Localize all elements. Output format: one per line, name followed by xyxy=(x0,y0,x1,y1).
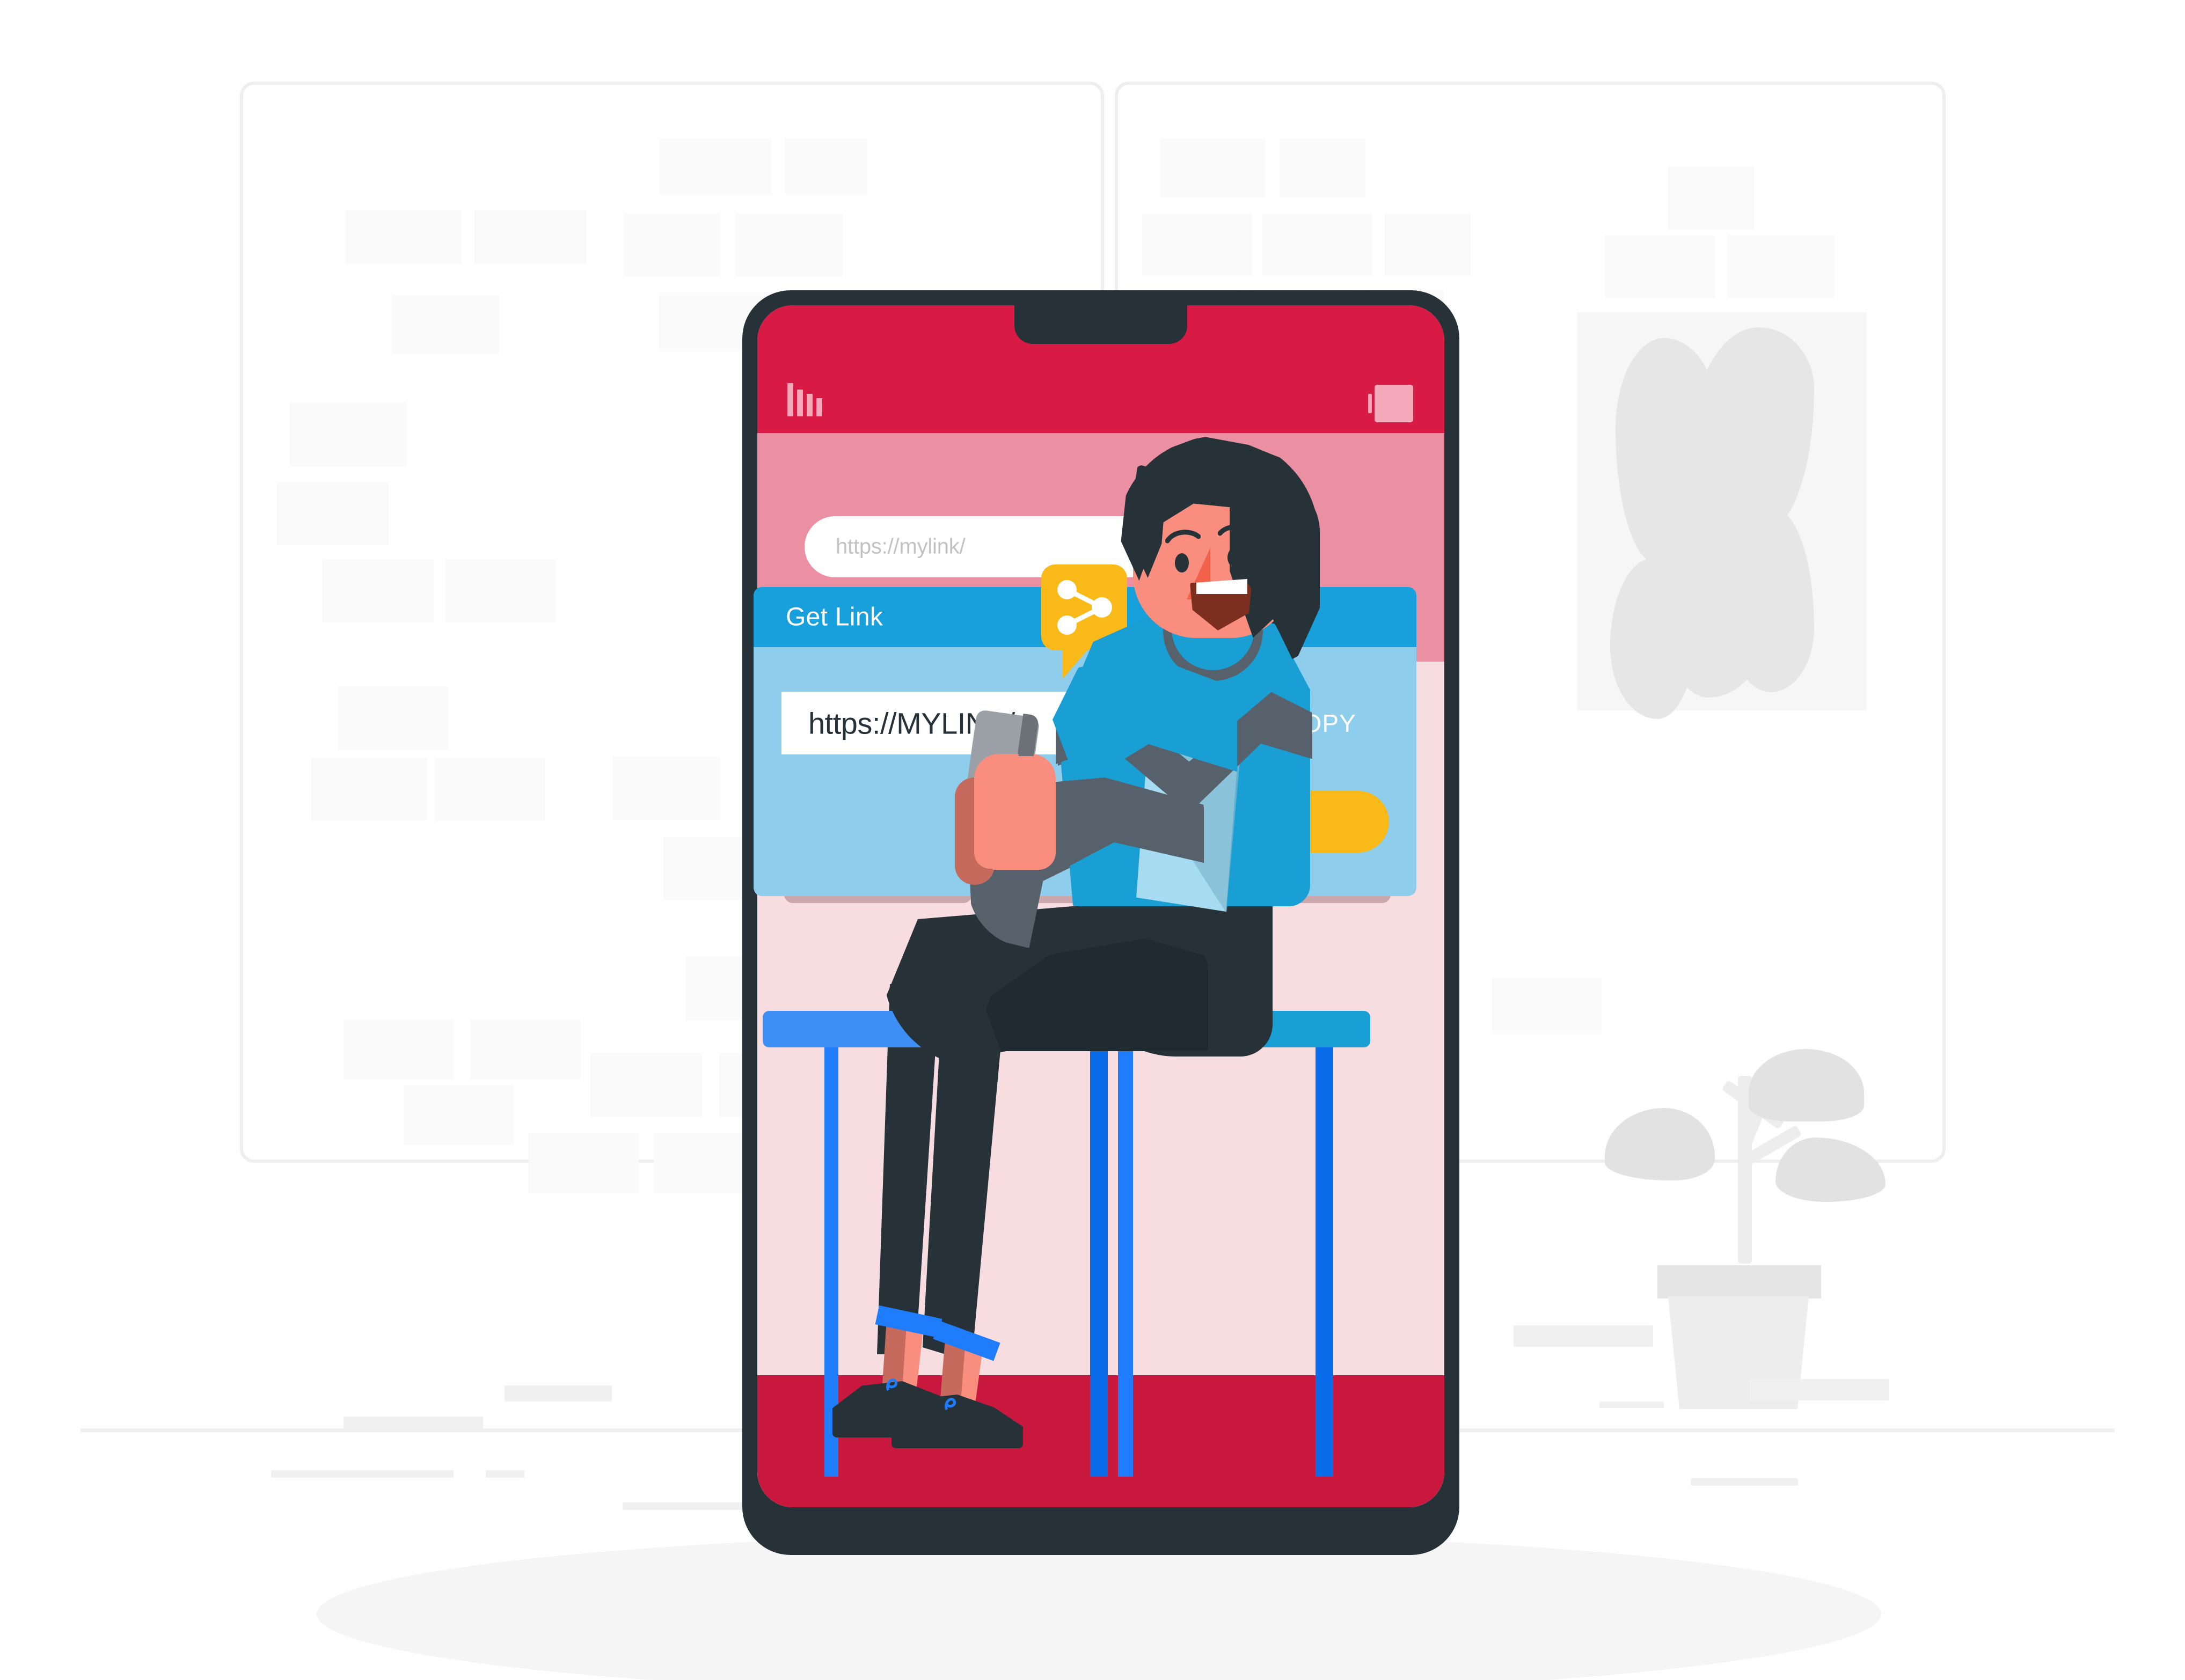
wireframe-block xyxy=(1280,138,1365,197)
wireframe-bar xyxy=(505,1385,612,1402)
bench-leg xyxy=(1090,1047,1108,1477)
character-eyebrow-left xyxy=(1165,530,1201,546)
wireframe-block xyxy=(660,138,771,195)
character-hand xyxy=(974,756,1055,869)
bench-leg xyxy=(1118,1047,1133,1477)
shoe-lace-icon xyxy=(884,1371,916,1400)
background-ground-line xyxy=(1449,1428,2115,1432)
wireframe-block xyxy=(323,559,434,622)
wireframe-block xyxy=(344,1019,454,1080)
wireframe-block xyxy=(311,758,427,821)
wireframe-block xyxy=(654,1133,756,1193)
search-placeholder: https://mylink/ xyxy=(836,534,966,559)
shoe-lace-icon xyxy=(942,1390,975,1420)
wireframe-bar xyxy=(623,1502,751,1510)
illustration-canvas: https://mylink/ Get Link https://MYLINK/… xyxy=(0,0,2185,1680)
wireframe-block xyxy=(1262,214,1372,275)
wireframe-block xyxy=(338,686,448,750)
phone-floor-shadow xyxy=(317,1534,1881,1680)
wireframe-block xyxy=(435,758,545,821)
character-eye-left xyxy=(1175,553,1188,571)
wireframe-bar xyxy=(486,1470,524,1478)
wireframe-block xyxy=(1605,235,1715,298)
wireframe-block xyxy=(345,210,461,264)
wireframe-block xyxy=(1142,214,1252,275)
wireframe-block xyxy=(392,295,499,354)
wireframe-block xyxy=(1160,138,1265,197)
abstract-blob-shape xyxy=(1610,558,1696,719)
signal-bars-icon xyxy=(787,383,822,416)
wireframe-bar xyxy=(1514,1325,1653,1347)
phone-device: https://mylink/ xyxy=(742,290,1459,1555)
wireframe-block xyxy=(404,1085,514,1145)
phone-notch xyxy=(1014,305,1187,344)
wireframe-block xyxy=(1668,166,1754,230)
wireframe-block xyxy=(785,138,868,195)
wireframe-block xyxy=(277,482,389,545)
battery-icon xyxy=(1368,385,1413,422)
plant-pot-rim xyxy=(1657,1265,1821,1298)
wireframe-block xyxy=(471,1019,581,1080)
wireframe-block xyxy=(529,1133,639,1193)
dialog-title: Get Link xyxy=(786,603,883,632)
bench-leg xyxy=(1316,1047,1333,1477)
wireframe-block xyxy=(624,214,720,277)
wireframe-bar xyxy=(1750,1379,1889,1400)
wireframe-block xyxy=(445,559,556,622)
phone-screen: https://mylink/ xyxy=(757,305,1444,1507)
wireframe-bar xyxy=(1691,1478,1798,1486)
wireframe-block xyxy=(290,402,407,467)
wireframe-block xyxy=(1385,214,1471,275)
wireframe-block xyxy=(1492,978,1602,1034)
wireframe-block xyxy=(1727,235,1835,298)
character-eyebrow-right xyxy=(1217,524,1253,541)
wireframe-block xyxy=(613,757,720,820)
wireframe-block xyxy=(686,956,750,1021)
wireframe-bar xyxy=(344,1417,483,1432)
character-eye-right xyxy=(1227,548,1241,566)
wireframe-block xyxy=(474,210,586,264)
wireframe-bar xyxy=(271,1470,454,1478)
wireframe-block xyxy=(735,214,843,277)
wireframe-bar xyxy=(1599,1402,1664,1408)
wireframe-block xyxy=(590,1053,702,1117)
